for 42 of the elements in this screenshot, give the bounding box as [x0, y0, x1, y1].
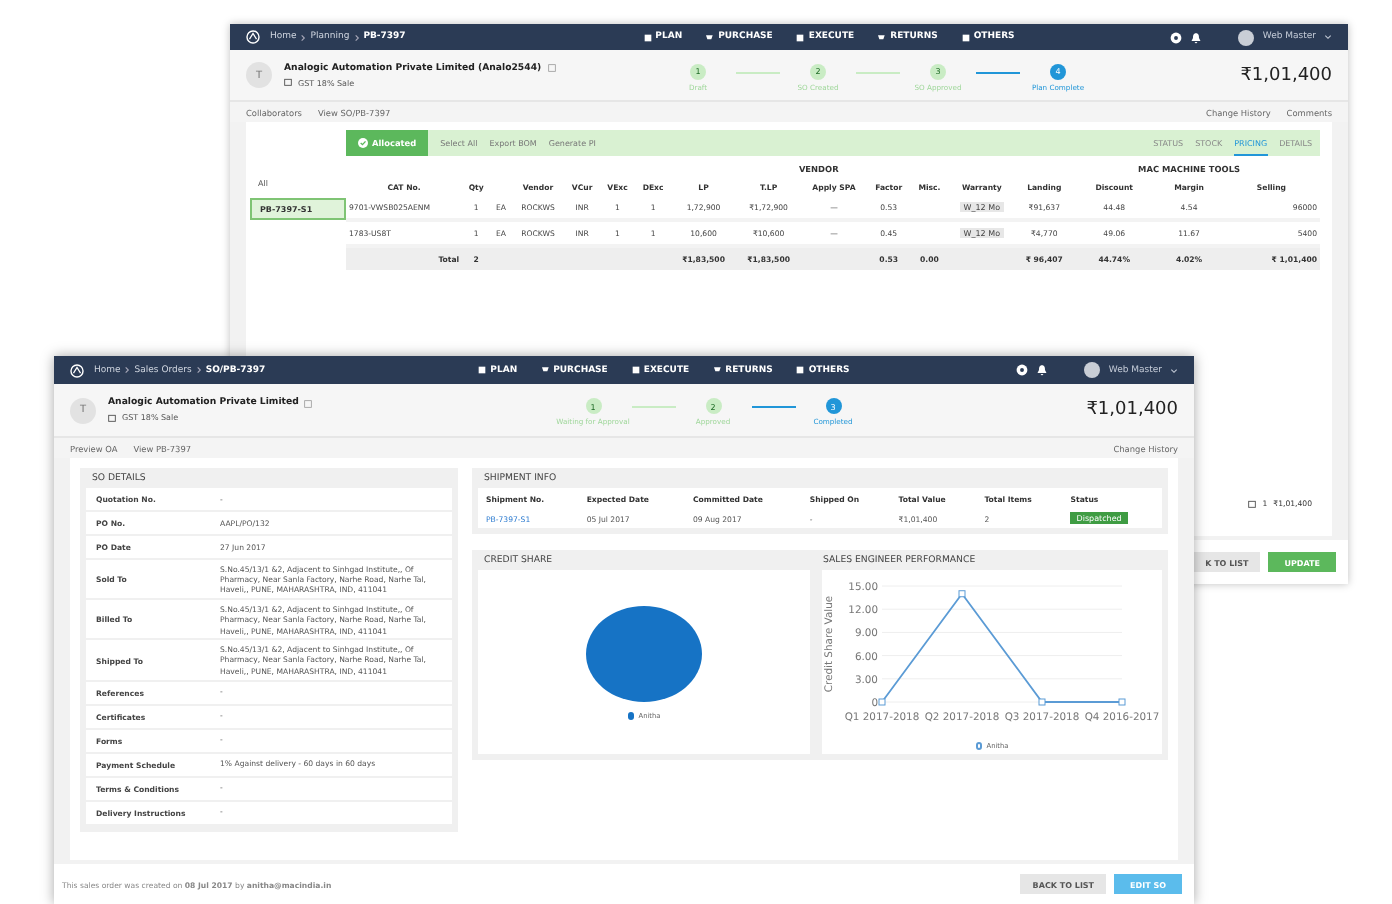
data-point: [1118, 698, 1126, 706]
square-icon: [961, 33, 970, 41]
basket-icon: [706, 33, 715, 41]
eye-icon[interactable]: [1170, 31, 1183, 43]
chevron-icon: [195, 366, 202, 374]
basket-icon: [713, 366, 722, 374]
data-point: [878, 698, 886, 706]
eye-icon[interactable]: [1016, 364, 1029, 376]
step-connector: [751, 406, 795, 408]
bell-icon[interactable]: [1190, 31, 1203, 43]
calendar-icon: [284, 78, 292, 86]
legend-swatch: [627, 712, 635, 720]
check-icon: [358, 138, 368, 148]
box-icon: [1248, 499, 1257, 507]
basket-icon: [878, 33, 887, 41]
pie-chart-drawing: [584, 604, 704, 704]
chevron-icon: [300, 33, 307, 41]
square-icon: [796, 33, 805, 41]
step-connector: [976, 71, 1020, 73]
avatar[interactable]: [1238, 29, 1255, 45]
logo-icon: [246, 30, 260, 44]
order-amount: ₹1,01,400: [1084, 400, 1178, 420]
step-connector: [631, 406, 675, 408]
calendar-icon: [108, 413, 116, 421]
square-icon: [631, 366, 640, 374]
chevron-icon: [124, 366, 131, 374]
step-connector: [856, 71, 900, 73]
caret-icon[interactable]: [1324, 34, 1332, 40]
basket-icon: [541, 366, 550, 374]
chevron-icon: [353, 33, 360, 41]
bell-icon[interactable]: [1036, 364, 1049, 376]
step-connector: [736, 71, 780, 73]
data-point: [1038, 698, 1046, 706]
avatar[interactable]: [1084, 362, 1101, 378]
square-icon: [643, 33, 652, 41]
order-amount: ₹1,01,400: [1238, 65, 1332, 85]
logo-icon: [70, 363, 84, 377]
square-icon: [478, 366, 487, 374]
square-icon: [796, 366, 805, 374]
data-point: [958, 590, 966, 598]
caret-icon[interactable]: [1170, 367, 1178, 373]
legend-swatch: [975, 742, 983, 750]
